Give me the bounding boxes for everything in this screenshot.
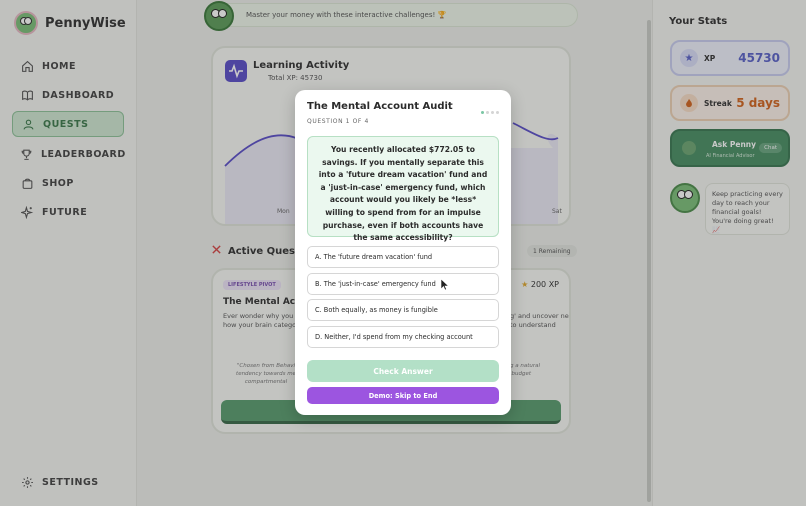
skip-to-end-button[interactable]: Demo: Skip to End — [307, 387, 499, 404]
answer-option-b[interactable]: B. The 'just-in-case' emergency fund — [307, 273, 499, 295]
check-answer-button[interactable]: Check Answer — [307, 360, 499, 382]
question-progress: QUESTION 1 OF 4 — [307, 118, 369, 125]
answer-option-c[interactable]: C. Both equally, as money is fungible — [307, 299, 499, 321]
progress-dot — [496, 111, 499, 114]
progress-dots — [481, 111, 499, 114]
progress-dot — [481, 111, 484, 114]
question-text: You recently allocated $772.05 to saving… — [307, 136, 499, 242]
progress-dot — [491, 111, 494, 114]
progress-dot — [486, 111, 489, 114]
quiz-modal: The Mental Account Audit QUESTION 1 OF 4… — [295, 90, 511, 415]
modal-title: The Mental Account Audit — [307, 101, 453, 112]
answer-option-d[interactable]: D. Neither, I'd spend from my checking a… — [307, 326, 499, 348]
mouse-cursor-icon — [441, 279, 449, 291]
answer-option-a[interactable]: A. The 'future dream vacation' fund — [307, 246, 499, 268]
